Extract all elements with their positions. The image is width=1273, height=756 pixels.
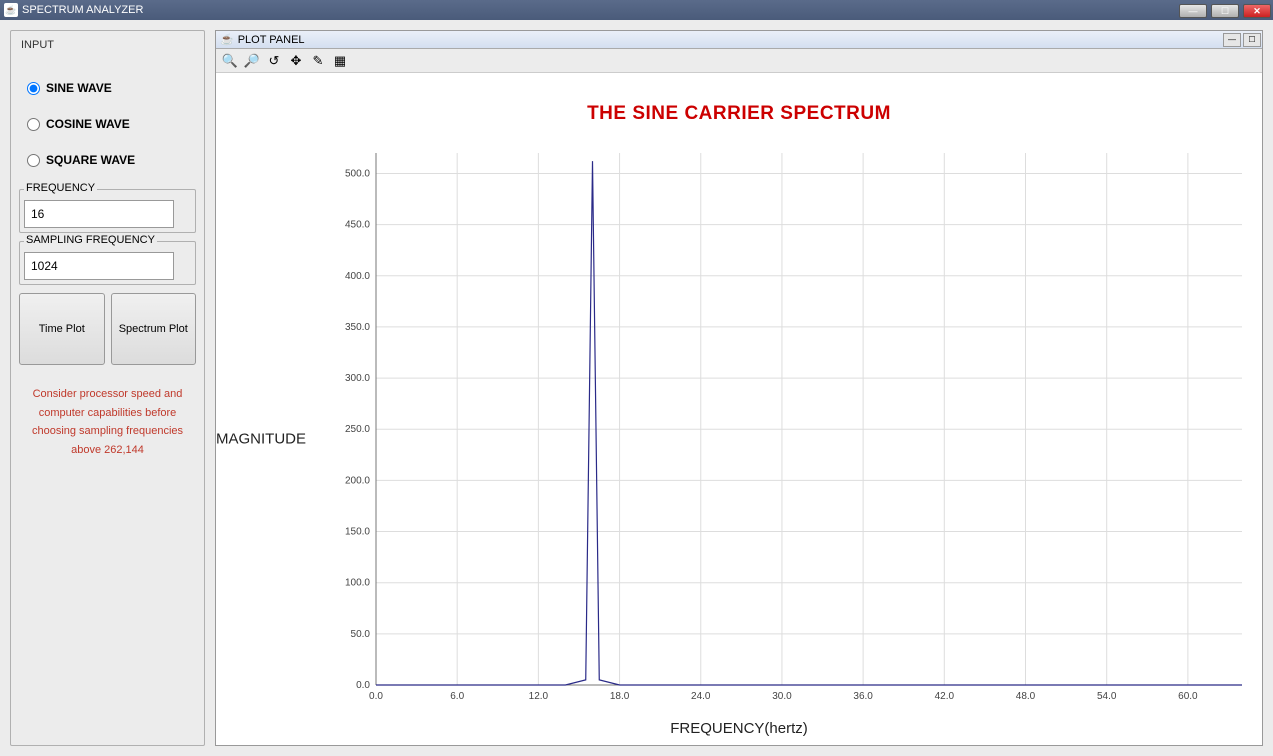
frequency-input[interactable] bbox=[24, 200, 174, 228]
radio-sine-wave[interactable]: SINE WAVE bbox=[27, 81, 188, 95]
close-button[interactable]: ✕ bbox=[1243, 4, 1271, 18]
input-group-label: INPUT bbox=[19, 39, 56, 51]
svg-text:50.0: 50.0 bbox=[351, 629, 371, 640]
svg-text:42.0: 42.0 bbox=[935, 691, 955, 702]
window-titlebar: ☕ SPECTRUM ANALYZER — ☐ ✕ bbox=[0, 0, 1273, 20]
frequency-label: FREQUENCY bbox=[24, 182, 97, 194]
svg-text:500.0: 500.0 bbox=[345, 168, 370, 179]
radio-square-label: SQUARE WAVE bbox=[46, 153, 135, 167]
svg-text:6.0: 6.0 bbox=[450, 691, 464, 702]
edit-icon[interactable]: ✎ bbox=[308, 51, 328, 71]
radio-cosine-wave[interactable]: COSINE WAVE bbox=[27, 117, 188, 131]
frequency-field: FREQUENCY bbox=[19, 189, 196, 233]
pan-arrows-icon[interactable]: ✥ bbox=[286, 51, 306, 71]
svg-text:450.0: 450.0 bbox=[345, 220, 370, 231]
time-plot-button[interactable]: Time Plot bbox=[19, 293, 105, 365]
plot-maximize-button[interactable]: ☐ bbox=[1243, 33, 1261, 47]
svg-text:350.0: 350.0 bbox=[345, 322, 370, 333]
sampling-field: SAMPLING FREQUENCY bbox=[19, 241, 196, 285]
svg-text:60.0: 60.0 bbox=[1178, 691, 1198, 702]
grid-icon[interactable]: ▦ bbox=[330, 51, 350, 71]
sampling-input[interactable] bbox=[24, 252, 174, 280]
svg-text:0.0: 0.0 bbox=[356, 680, 370, 691]
plot-panel-frame: ☕ PLOT PANEL — ☐ 🔍 🔎 ↺ ✥ ✎ ▦ THE SINE CA… bbox=[215, 30, 1263, 746]
window-title: SPECTRUM ANALYZER bbox=[22, 4, 143, 16]
svg-text:300.0: 300.0 bbox=[345, 373, 370, 384]
java-icon: ☕ bbox=[220, 33, 234, 46]
chart-xlabel: FREQUENCY(hertz) bbox=[670, 720, 808, 737]
radio-square-input[interactable] bbox=[27, 154, 40, 167]
sampling-label: SAMPLING FREQUENCY bbox=[24, 234, 157, 246]
svg-text:150.0: 150.0 bbox=[345, 527, 370, 538]
chart-svg: 0.0 50.0 100.0 150.0 200.0 250.0 300.0 350.0 400… bbox=[216, 143, 1262, 735]
radio-sine-input[interactable] bbox=[27, 82, 40, 95]
svg-text:200.0: 200.0 bbox=[345, 475, 370, 486]
radio-square-wave[interactable]: SQUARE WAVE bbox=[27, 153, 188, 167]
spectrum-plot-button[interactable]: Spectrum Plot bbox=[111, 293, 197, 365]
java-icon: ☕ bbox=[4, 3, 18, 17]
chart-title: THE SINE CARRIER SPECTRUM bbox=[216, 73, 1262, 125]
radio-sine-label: SINE WAVE bbox=[46, 81, 112, 95]
warning-text: Consider processor speed and computer ca… bbox=[19, 385, 196, 460]
svg-text:100.0: 100.0 bbox=[345, 578, 370, 589]
plot-panel-title: PLOT PANEL bbox=[238, 34, 305, 46]
svg-text:48.0: 48.0 bbox=[1016, 691, 1036, 702]
svg-text:36.0: 36.0 bbox=[853, 691, 873, 702]
chart-area: THE SINE CARRIER SPECTRUM MAGNITUDE FREQ… bbox=[216, 73, 1262, 745]
maximize-button[interactable]: ☐ bbox=[1211, 4, 1239, 18]
plot-panel-titlebar: ☕ PLOT PANEL — ☐ bbox=[216, 31, 1262, 49]
minimize-button[interactable]: — bbox=[1179, 4, 1207, 18]
zoom-in-icon[interactable]: 🔍 bbox=[220, 51, 240, 71]
radio-cosine-input[interactable] bbox=[27, 118, 40, 131]
zoom-reset-icon[interactable]: ↺ bbox=[264, 51, 284, 71]
svg-text:0.0: 0.0 bbox=[369, 691, 383, 702]
chart-ylabel: MAGNITUDE bbox=[216, 431, 306, 448]
zoom-box-icon[interactable]: 🔎 bbox=[242, 51, 262, 71]
radio-cosine-label: COSINE WAVE bbox=[46, 117, 130, 131]
svg-text:400.0: 400.0 bbox=[345, 271, 370, 282]
svg-text:30.0: 30.0 bbox=[772, 691, 792, 702]
svg-text:24.0: 24.0 bbox=[691, 691, 711, 702]
svg-text:18.0: 18.0 bbox=[610, 691, 630, 702]
plot-toolbar: 🔍 🔎 ↺ ✥ ✎ ▦ bbox=[216, 49, 1262, 73]
svg-text:54.0: 54.0 bbox=[1097, 691, 1117, 702]
plot-minimize-button[interactable]: — bbox=[1223, 33, 1241, 47]
input-panel: INPUT SINE WAVE COSINE WAVE SQUARE WAVE … bbox=[10, 30, 205, 746]
svg-text:12.0: 12.0 bbox=[529, 691, 549, 702]
svg-text:250.0: 250.0 bbox=[345, 424, 370, 435]
